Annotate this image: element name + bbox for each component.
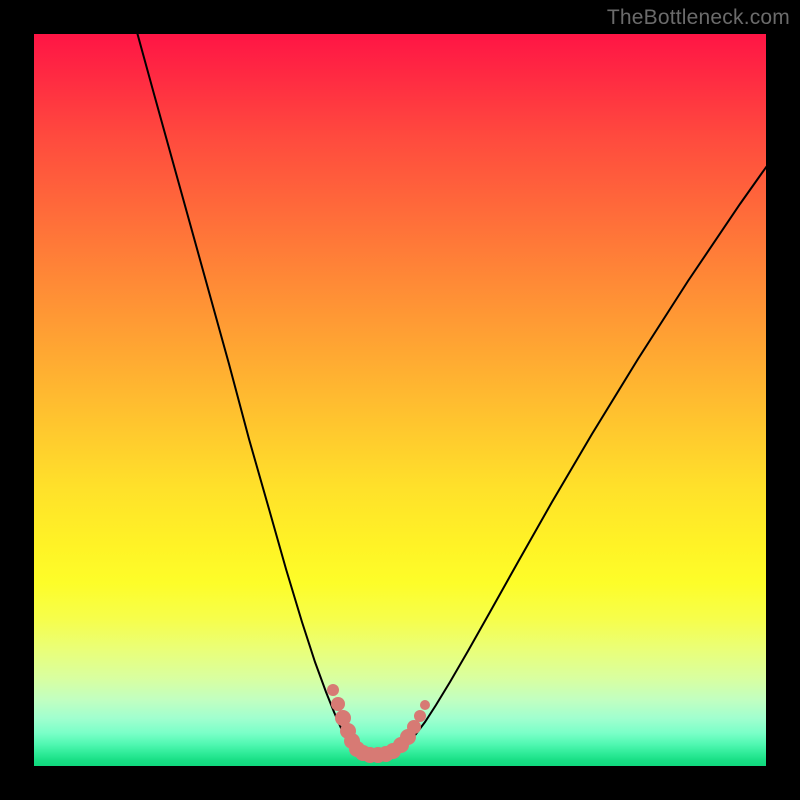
marker-dot (420, 700, 430, 710)
chart-frame: TheBottleneck.com (0, 0, 800, 800)
marker-dot (331, 697, 345, 711)
bottleneck-curve (34, 34, 766, 766)
marker-dots (327, 684, 430, 763)
marker-dot (414, 710, 426, 722)
plot-area (34, 34, 766, 766)
marker-dot (407, 720, 421, 734)
curve-path (132, 34, 766, 756)
watermark-text: TheBottleneck.com (607, 6, 790, 30)
marker-dot (327, 684, 339, 696)
